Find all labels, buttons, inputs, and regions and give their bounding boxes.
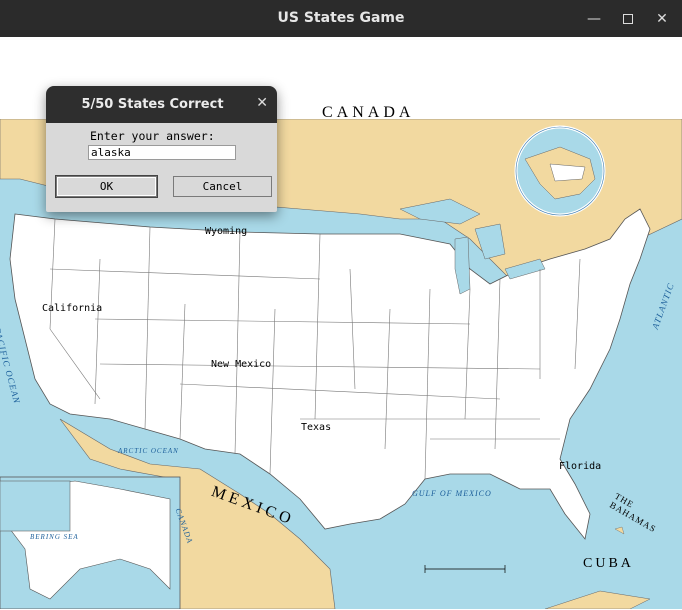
window-title: US States Game [277, 10, 405, 26]
answer-prompt: Enter your answer: [90, 129, 215, 143]
gulf-of-mexico-label: GULF OF MEXICO [412, 489, 492, 498]
answer-dialog: 5/50 States Correct ✕ Enter your answer:… [46, 86, 277, 212]
dialog-body: Enter your answer: alaska OK Cancel [46, 123, 277, 212]
state-label-texas: Texas [301, 422, 332, 433]
cancel-button[interactable]: Cancel [173, 176, 272, 197]
state-label-wyoming: Wyoming [205, 226, 248, 237]
maximize-icon [623, 14, 633, 24]
close-button[interactable]: ✕ [652, 9, 672, 29]
bering-sea-label: BERING SEA [30, 533, 79, 541]
state-label-california: California [42, 303, 103, 314]
window-titlebar: US States Game — ✕ [0, 0, 682, 37]
dialog-close-button[interactable]: ✕ [256, 95, 268, 111]
state-label-florida: Florida [559, 461, 602, 472]
maximize-button[interactable] [618, 9, 638, 29]
ok-button[interactable]: OK [56, 176, 157, 197]
dialog-title: 5/50 States Correct [81, 97, 224, 112]
arctic-ocean-label: ARCTIC OCEAN [118, 447, 179, 455]
cuba-label: CUBA [583, 556, 634, 571]
answer-input[interactable]: alaska [88, 145, 236, 160]
canada-label: CANADA [322, 104, 415, 121]
state-label-new-mexico: New Mexico [211, 359, 272, 370]
minimize-button[interactable]: — [584, 9, 604, 29]
dialog-titlebar: 5/50 States Correct ✕ [46, 86, 277, 123]
